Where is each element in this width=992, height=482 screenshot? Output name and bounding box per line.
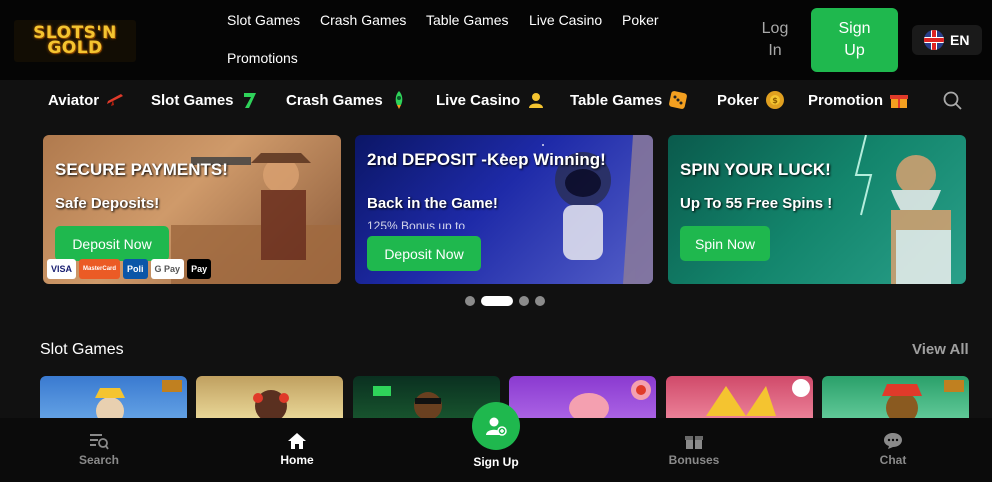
google-pay-icon: G Pay <box>150 259 185 279</box>
gift-icon <box>890 95 908 108</box>
seven-icon <box>243 93 256 108</box>
carousel-dot[interactable] <box>535 296 545 306</box>
category-label: Crash Games <box>286 91 383 109</box>
language-selector[interactable]: EN <box>912 25 982 55</box>
user-plus-icon <box>486 417 507 436</box>
section-title: Slot Games <box>40 341 124 358</box>
carousel-dot[interactable] <box>465 296 475 306</box>
banner-subtitle: Back in the Game! <box>367 195 498 212</box>
banner-subtitle-secondary: 125% Bonus up to <box>367 219 466 229</box>
category-table-games[interactable]: Table Games <box>570 90 688 110</box>
bottom-nav-home[interactable]: Home <box>257 432 337 467</box>
banner-title: 2nd DEPOSIT -Keep Winning! <box>367 150 606 169</box>
search-icon[interactable] <box>942 90 964 112</box>
bottom-nav-label: Home <box>280 453 314 467</box>
category-aviator[interactable]: Aviator <box>48 90 125 110</box>
category-label: Slot Games <box>151 91 234 109</box>
category-label: Table Games <box>570 91 663 109</box>
top-nav-live-casino[interactable]: Live Casino <box>529 12 602 28</box>
poli-icon: Poli <box>123 259 148 279</box>
logo-text: SLOTS'N GOLD <box>33 23 117 58</box>
carousel-dot[interactable] <box>519 296 529 306</box>
category-promotion[interactable]: Promotion <box>808 90 909 110</box>
category-live-casino[interactable]: Live Casino <box>436 90 546 110</box>
banner-subtitle: Up To 55 Free Spins ! <box>680 195 833 212</box>
category-label: Live Casino <box>436 91 521 109</box>
mastercard-icon: MasterCard <box>79 259 121 279</box>
apple-pay-icon: Pay <box>187 259 212 279</box>
bottom-nav-search[interactable]: Search <box>59 432 139 467</box>
signup-button-label: Sign Up <box>838 20 871 59</box>
top-nav-slot-games[interactable]: Slot Games <box>227 12 300 28</box>
top-nav-poker[interactable]: Poker <box>622 12 659 28</box>
carousel-indicators <box>465 296 545 306</box>
chat-icon <box>884 433 902 449</box>
bottom-nav-bonuses[interactable]: Bonuses <box>654 432 734 467</box>
banner-title: SPIN YOUR LUCK! <box>680 160 831 179</box>
dealer-icon <box>529 93 544 108</box>
top-bar: SLOTS'N GOLD Slot Games Crash Games Table… <box>0 0 992 80</box>
plane-icon <box>107 94 124 106</box>
category-bar: Aviator Slot Games Crash Games Live Casi… <box>0 80 992 122</box>
brand-logo[interactable]: SLOTS'N GOLD <box>14 20 136 62</box>
svg-text:$: $ <box>772 96 778 105</box>
bottom-nav-label: Bonuses <box>668 453 720 467</box>
banner-secure-payments[interactable]: SECURE PAYMENTS! Safe Deposits! Deposit … <box>43 135 341 284</box>
signup-button[interactable]: Sign Up <box>811 8 898 72</box>
top-nav-crash-games[interactable]: Crash Games <box>320 12 406 28</box>
search-icon <box>90 434 109 450</box>
deposit-now-button[interactable]: Deposit Now <box>367 236 481 271</box>
deposit-now-button[interactable]: Deposit Now <box>55 226 169 261</box>
language-code: EN <box>950 32 970 48</box>
category-label: Poker <box>717 91 759 109</box>
banner-subtitle: Safe Deposits! <box>55 195 160 212</box>
visa-icon: VISA <box>47 259 77 279</box>
category-label: Aviator <box>48 91 100 109</box>
bottom-nav-label: Chat <box>879 453 907 467</box>
top-nav-table-games[interactable]: Table Games <box>426 12 508 28</box>
bottom-nav-label: Search <box>78 453 120 467</box>
category-crash-games[interactable]: Crash Games <box>286 90 409 110</box>
bottom-nav-signup-label[interactable]: Sign Up <box>456 455 536 469</box>
category-label: Promotion <box>808 91 883 109</box>
category-poker[interactable]: Poker $ <box>717 90 785 110</box>
dice-icon <box>669 91 688 109</box>
banner-2nd-deposit[interactable]: 2nd DEPOSIT -Keep Winning! Back in the G… <box>355 135 653 284</box>
chip-icon: $ <box>765 91 784 109</box>
bottom-nav-chat[interactable]: Chat <box>853 432 933 467</box>
payment-methods: VISA MasterCard Poli G Pay Pay <box>47 259 212 279</box>
signup-fab-button[interactable] <box>472 402 520 450</box>
banner-spin-your-luck[interactable]: SPIN YOUR LUCK! Up To 55 Free Spins ! Sp… <box>668 135 966 284</box>
gift-icon <box>685 436 703 449</box>
rocket-icon <box>395 91 403 109</box>
category-slot-games[interactable]: Slot Games <box>151 90 260 110</box>
uk-flag-icon <box>924 30 944 50</box>
login-button[interactable]: Log In <box>758 18 792 62</box>
top-nav-promotions[interactable]: Promotions <box>227 50 298 66</box>
home-icon <box>288 433 306 449</box>
banner-title: SECURE PAYMENTS! <box>55 160 228 179</box>
view-all-link[interactable]: View All <box>912 341 969 358</box>
spin-now-button[interactable]: Spin Now <box>680 226 770 261</box>
carousel-dot-active[interactable] <box>481 296 513 306</box>
